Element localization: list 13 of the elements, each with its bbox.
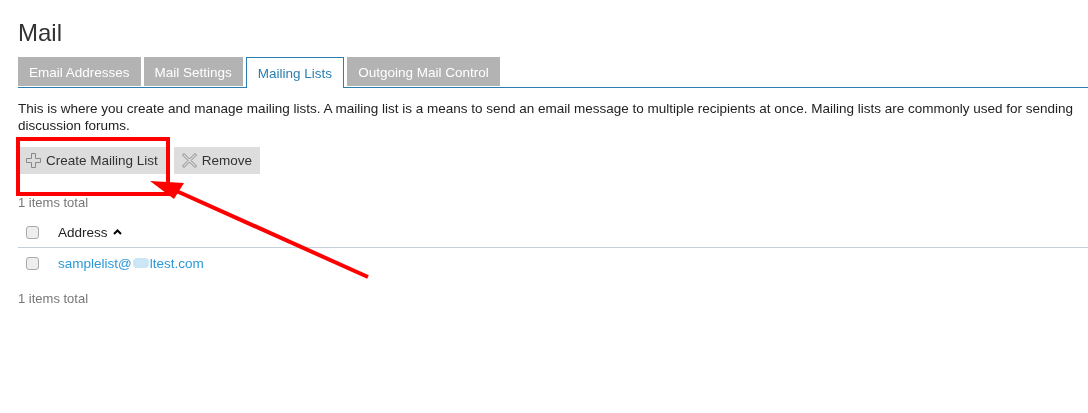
- remove-button[interactable]: Remove: [173, 147, 261, 174]
- create-button[interactable]: Create Mailing List: [18, 147, 166, 174]
- column-header[interactable]: Address: [58, 224, 108, 240]
- items-total: 1 items total: [18, 194, 90, 211]
- tab[interactable]: Mailing Lists: [245, 57, 345, 88]
- select-all-checkbox[interactable]: [26, 225, 39, 239]
- items-total: 1 items total: [18, 290, 90, 307]
- description-text: This is where you create and manage mailing lists. A mailing list is a means to send an email message to multiple recipients at once. Mailing lists are commonly used for sending discussion forums.: [18, 100, 1074, 134]
- close-icon: [181, 153, 197, 168]
- address-link[interactable]: samplelist@ ltest.com: [58, 256, 204, 271]
- page-title: Mail: [18, 18, 63, 48]
- plus-icon: [26, 153, 41, 168]
- row-checkbox[interactable]: [26, 257, 39, 270]
